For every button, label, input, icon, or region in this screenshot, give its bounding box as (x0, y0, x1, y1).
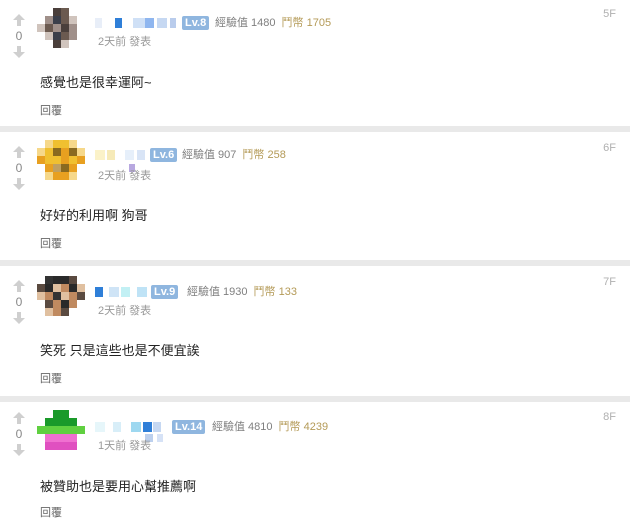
upvote-arrow-icon[interactable] (9, 144, 29, 160)
avatar[interactable] (37, 410, 85, 458)
floor-number: 5F (603, 8, 616, 20)
user-stats: 經驗值 1480 鬥幣 1705 (215, 16, 331, 30)
avatar[interactable] (37, 276, 85, 324)
vote-widget: 0 (9, 12, 29, 60)
experience-value: 經驗值 1930 (187, 286, 248, 298)
upvote-arrow-icon[interactable] (9, 410, 29, 426)
comment-6f: 0 Lv.6 經驗值 907 鬥幣 258 2天前 發表 6F 好好的利用啊 狗哥… (0, 132, 630, 260)
coin-value: 鬥幣 4239 (278, 421, 329, 433)
comment-8f: 0 Lv.14 經驗值 4810 鬥幣 4239 1天前 發表 8F 被贊助也是要… (0, 402, 630, 520)
avatar[interactable] (37, 8, 85, 56)
vote-count: 0 (15, 29, 23, 43)
user-stats: 經驗值 4810 鬥幣 4239 (212, 420, 328, 434)
experience-value: 經驗值 1480 (215, 17, 276, 29)
floor-number: 7F (603, 276, 616, 288)
coin-value: 鬥幣 258 (242, 149, 286, 161)
reply-button[interactable]: 回覆 (40, 372, 62, 386)
downvote-arrow-icon[interactable] (9, 310, 29, 326)
level-badge: Lv.9 (151, 285, 179, 299)
vote-widget: 0 (9, 144, 29, 192)
experience-value: 經驗值 907 (182, 149, 237, 161)
level-badge: Lv.6 (150, 148, 178, 162)
comment-5f: 0 Lv.8 經驗值 1480 鬥幣 1705 2天前 發表 5F 感覺也是很幸運… (0, 0, 630, 128)
vote-count: 0 (15, 295, 23, 309)
user-stats: 經驗值 907 鬥幣 258 (182, 148, 286, 162)
post-time: 2天前 發表 (98, 170, 152, 182)
vote-widget: 0 (9, 278, 29, 326)
post-time: 2天前 發表 (98, 36, 152, 48)
reply-button[interactable]: 回覆 (40, 104, 62, 118)
upvote-arrow-icon[interactable] (9, 278, 29, 294)
comment-text: 被贊助也是要用心幫推薦啊 (40, 479, 197, 494)
comment-text: 好好的利用啊 狗哥 (40, 208, 148, 223)
floor-number: 8F (603, 411, 616, 423)
vote-count: 0 (15, 161, 23, 175)
downvote-arrow-icon[interactable] (9, 176, 29, 192)
upvote-arrow-icon[interactable] (9, 12, 29, 28)
floor-number: 6F (603, 142, 616, 154)
experience-value: 經驗值 4810 (212, 421, 273, 433)
username-pixelated[interactable] (95, 148, 155, 172)
downvote-arrow-icon[interactable] (9, 442, 29, 458)
post-time: 2天前 發表 (98, 305, 152, 317)
reply-button[interactable]: 回覆 (40, 237, 62, 251)
level-badge: Lv.14 (172, 420, 206, 434)
username-pixelated[interactable] (95, 285, 151, 299)
avatar[interactable] (37, 140, 85, 188)
username-pixelated[interactable] (95, 420, 167, 442)
vote-count: 0 (15, 427, 23, 441)
comment-7f: 0 Lv.9 經驗值 1930 鬥幣 133 2天前 發表 7F 笑死 只是這些也… (0, 266, 630, 396)
user-stats: 經驗值 1930 鬥幣 133 (187, 285, 297, 299)
downvote-arrow-icon[interactable] (9, 44, 29, 60)
coin-value: 鬥幣 133 (253, 286, 297, 298)
reply-button[interactable]: 回覆 (40, 506, 62, 520)
coin-value: 鬥幣 1705 (281, 17, 332, 29)
level-badge: Lv.8 (182, 16, 210, 30)
comment-text: 笑死 只是這些也是不便宜誒 (40, 343, 200, 358)
comment-text: 感覺也是很幸運阿~ (40, 75, 152, 90)
post-time: 1天前 發表 (98, 440, 152, 452)
vote-widget: 0 (9, 410, 29, 458)
username-pixelated[interactable] (95, 16, 176, 30)
